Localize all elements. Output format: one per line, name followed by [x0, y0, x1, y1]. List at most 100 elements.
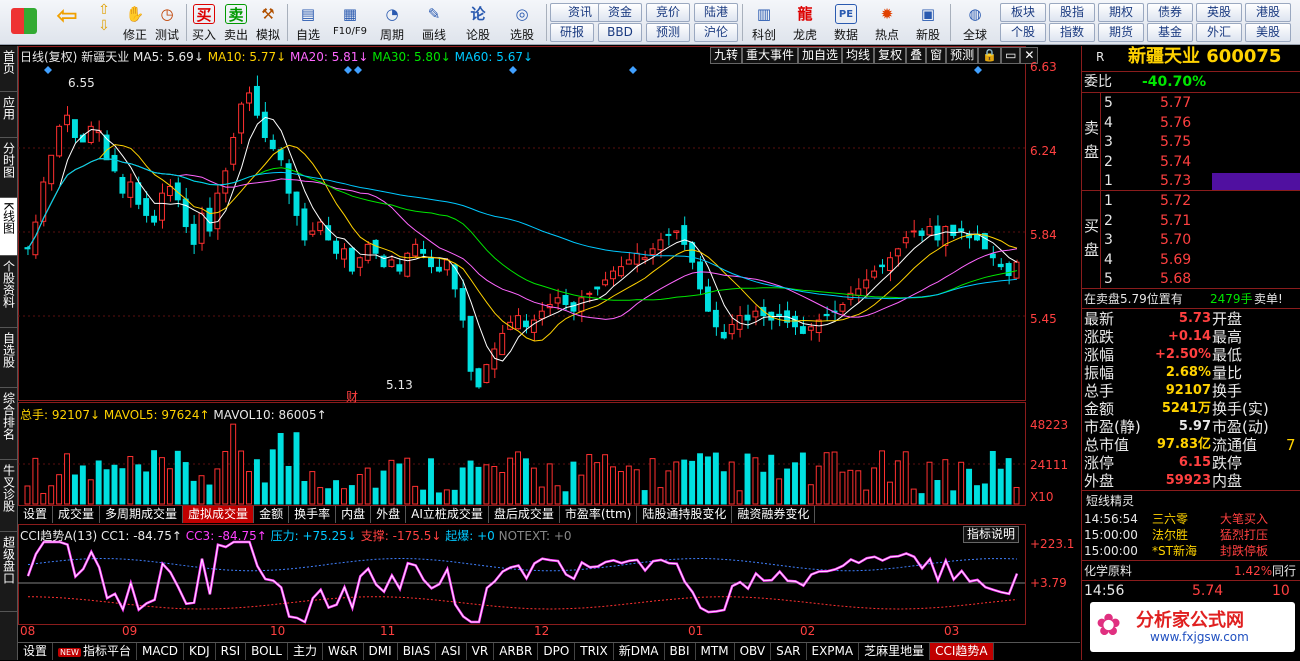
modify-button[interactable]: ✋ 修正 — [120, 2, 150, 43]
bbd-button[interactable]: BBD — [598, 23, 642, 42]
bottom-mtm[interactable]: MTM — [696, 643, 735, 660]
global-button[interactable]: ◍ 全球 — [953, 2, 997, 43]
forum-button[interactable]: 论论股 — [458, 2, 498, 43]
tab-after-hours-volume[interactable]: 盘后成交量 — [489, 506, 560, 523]
bottom-arbr[interactable]: ARBR — [494, 643, 539, 660]
bottom-sar[interactable]: SAR — [771, 643, 807, 660]
auction-button[interactable]: 竞价 — [646, 3, 690, 22]
up-down-arrows[interactable]: ⇧ ⇩ — [90, 2, 118, 43]
index-futures-button[interactable]: 股指 — [1049, 3, 1095, 22]
financial-event-marker[interactable]: 财 — [346, 388, 358, 405]
forecast-button[interactable]: 预测 — [646, 23, 690, 42]
tab-inner-volume[interactable]: 内盘 — [336, 506, 372, 523]
app-icon[interactable] — [4, 2, 44, 43]
backtest-button[interactable]: ◷ 测试 — [152, 2, 182, 43]
lock-icon[interactable]: 🔒 — [978, 47, 1002, 64]
forecast-button[interactable]: 预测 — [946, 47, 979, 64]
hk-connect-button[interactable]: 陆港 — [694, 3, 738, 22]
draw-button[interactable]: ✎ 画线 — [414, 2, 454, 43]
sidebar-tab-profile[interactable]: 个股资料 — [0, 256, 17, 328]
bottom-kdj[interactable]: KDJ — [184, 643, 216, 660]
dragon-tiger-button[interactable]: 龍龙虎 — [786, 2, 824, 43]
sidebar-tab-watchlist[interactable]: 自选股 — [0, 328, 17, 388]
bottom-trix[interactable]: TRIX — [575, 643, 614, 660]
buy-button[interactable]: 买买入 — [189, 2, 219, 43]
sidebar-tab-timeshare[interactable]: 分时图 — [0, 138, 17, 198]
bottom-wr[interactable]: W&R — [323, 643, 364, 660]
chart-canvas[interactable] — [18, 46, 1080, 642]
tab-volume[interactable]: 成交量 — [53, 506, 101, 523]
options-button[interactable]: 期权 — [1098, 3, 1144, 22]
watchlist-button[interactable]: ▤ 自选 — [290, 2, 326, 43]
bottom-main-force[interactable]: 主力 — [288, 643, 323, 660]
bottom-dmi[interactable]: DMI — [364, 643, 398, 660]
bottom-obv[interactable]: OBV — [735, 643, 772, 660]
tab-amount[interactable]: 金额 — [254, 506, 290, 523]
data-button[interactable]: PE 数据 — [827, 2, 865, 43]
futures-button[interactable]: 期货 — [1098, 23, 1144, 42]
kline-chart-area[interactable]: 日线(复权) 新疆天业 MA5: 5.69↓ MA10: 5.77↓ MA20:… — [18, 46, 1080, 642]
bottom-dpo[interactable]: DPO — [538, 643, 576, 660]
bonds-button[interactable]: 债券 — [1147, 3, 1193, 22]
sector-button[interactable]: 板块 — [1000, 3, 1046, 22]
tab-pe-ttm[interactable]: 市盈率(ttm) — [560, 506, 638, 523]
uk-stocks-button[interactable]: 英股 — [1196, 3, 1242, 22]
bottom-macd[interactable]: MACD — [137, 643, 184, 660]
bottom-settings[interactable]: 设置 — [18, 643, 54, 660]
tab-multi-period-volume[interactable]: 多周期成交量 — [100, 506, 184, 523]
hk-stocks-button[interactable]: 港股 — [1245, 3, 1291, 22]
bottom-bbi[interactable]: BBI — [665, 643, 696, 660]
kechuang-button[interactable]: ▥ 科创 — [745, 2, 783, 43]
forex-button[interactable]: 外汇 — [1196, 23, 1242, 42]
ma-button[interactable]: 均线 — [842, 47, 875, 64]
simulate-button[interactable]: ⚒ 模拟 — [253, 2, 283, 43]
bottom-boll[interactable]: BOLL — [246, 643, 288, 660]
ipo-button[interactable]: ▣ 新股 — [909, 2, 947, 43]
tab-settings[interactable]: 设置 — [18, 506, 54, 523]
tab-connect-holding[interactable]: 陆股通持股变化 — [637, 506, 733, 523]
sell-button[interactable]: 卖卖出 — [221, 2, 251, 43]
tab-outer-volume[interactable]: 外盘 — [371, 506, 407, 523]
sidebar-tab-kline[interactable]: K线图 — [0, 198, 17, 256]
bottom-new-dma[interactable]: 新DMA — [614, 643, 665, 660]
sidebar-tab-diagnosis[interactable]: 牛叉诊股 — [0, 460, 17, 532]
stockpick-button[interactable]: ◎ 选股 — [502, 2, 542, 43]
sidebar-tab-ranking[interactable]: 综合排名 — [0, 388, 17, 460]
restore-right-button[interactable]: 复权 — [874, 47, 907, 64]
indices-button[interactable]: 指数 — [1049, 23, 1095, 42]
major-event-button[interactable]: 重大事件 — [742, 47, 799, 64]
tab-virtual-volume[interactable]: 虚拟成交量 — [183, 506, 255, 523]
bottom-asi[interactable]: ASI — [436, 643, 467, 660]
us-stocks-button[interactable]: 美股 — [1245, 23, 1291, 42]
bottom-low-volume[interactable]: 芝麻里地量 — [859, 643, 931, 660]
nine-turn-button[interactable]: 九转 — [710, 47, 743, 64]
tab-turnover[interactable]: 换手率 — [289, 506, 337, 523]
stocks-button[interactable]: 个股 — [1000, 23, 1046, 42]
bottom-vr[interactable]: VR — [467, 643, 495, 660]
restore-icon[interactable]: ▭ — [1001, 47, 1021, 64]
fund-button[interactable]: 资金 — [598, 3, 642, 22]
f10-button[interactable]: ▦ F10/F9 — [328, 2, 372, 43]
bottom-cci-trend[interactable]: CCI趋势A — [930, 643, 994, 660]
tab-margin-change[interactable]: 融资融券变化 — [732, 506, 816, 523]
short-line-item[interactable]: 15:00:00 *ST新海 封跌停板 — [1082, 542, 1300, 560]
hotspot-button[interactable]: ✹ 热点 — [868, 2, 906, 43]
bottom-indicator-platform[interactable]: NEW 指标平台 — [53, 643, 137, 660]
research-button[interactable]: 研报 — [550, 23, 594, 42]
same-industry-button[interactable]: 同行 — [1272, 562, 1296, 580]
window-button[interactable]: 窗 — [926, 47, 947, 64]
add-watch-button[interactable]: 加自选 — [798, 47, 843, 64]
back-button[interactable]: ⇦ — [48, 2, 86, 43]
indicator-help-button[interactable]: 指标说明 — [963, 526, 1020, 543]
shanghai-london-button[interactable]: 沪伦 — [694, 23, 738, 42]
overlay-button[interactable]: 叠 — [906, 47, 927, 64]
sidebar-tab-apps[interactable]: 应用 — [0, 92, 17, 138]
period-button[interactable]: ◔ 周期 — [374, 2, 410, 43]
funds-button[interactable]: 基金 — [1147, 23, 1193, 42]
tab-ai-volume[interactable]: AI立桩成交量 — [406, 506, 489, 523]
sidebar-tab-super-panel[interactable]: 超级盘口 — [0, 532, 17, 612]
bottom-rsi[interactable]: RSI — [216, 643, 247, 660]
bottom-bias[interactable]: BIAS — [398, 643, 437, 660]
bottom-expma[interactable]: EXPMA — [807, 643, 860, 660]
sidebar-tab-home[interactable]: 首页 — [0, 46, 17, 92]
